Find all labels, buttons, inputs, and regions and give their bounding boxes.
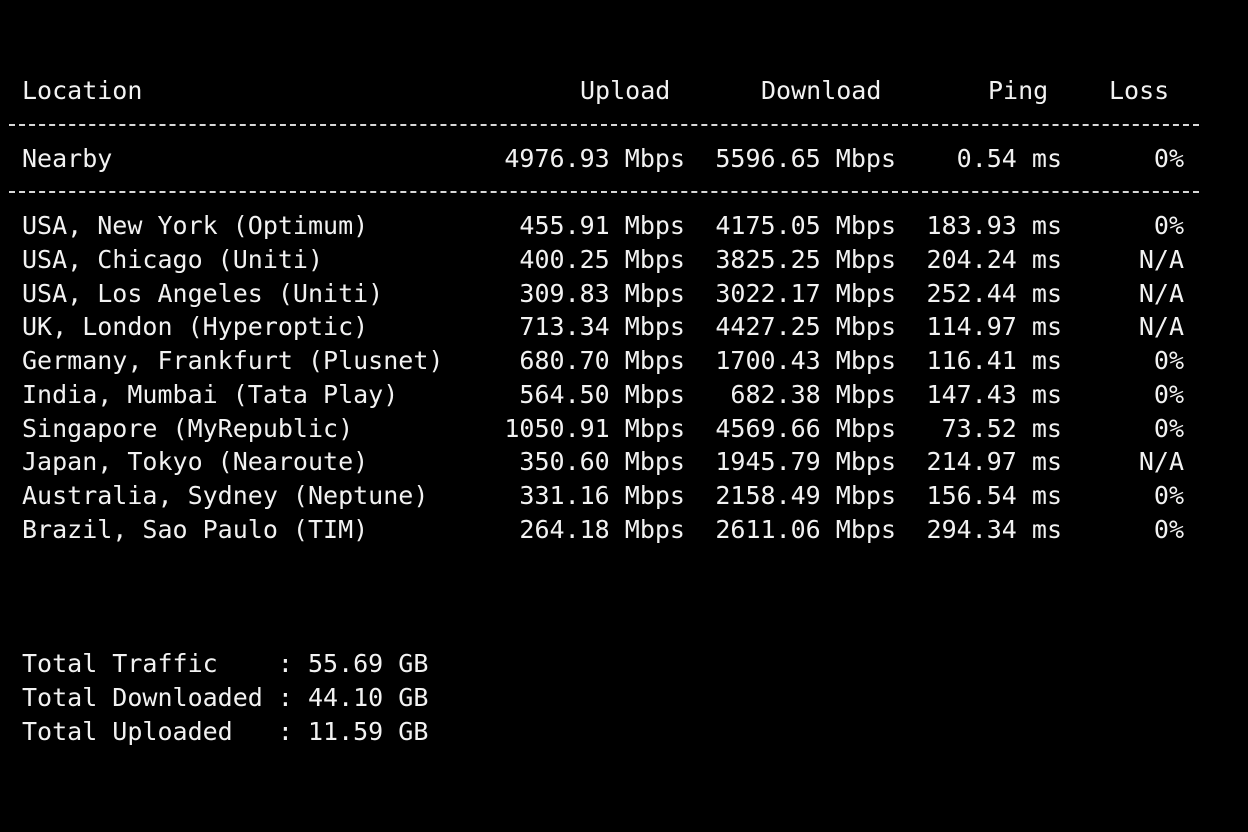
- table-row: Australia, Sydney (Neptune) 331.16 Mbps …: [0, 479, 1248, 513]
- row-location: Singapore (MyRepublic): [22, 414, 354, 443]
- row-loss: N/A: [1138, 245, 1184, 274]
- row-upload: 264.18 Mbps: [519, 515, 685, 544]
- row-loss: 0%: [1153, 380, 1184, 409]
- table-row: Brazil, Sao Paulo (TIM) 264.18 Mbps 2611…: [0, 513, 1248, 547]
- nearby-divider: [9, 191, 1199, 193]
- row-location: UK, London (Hyperoptic): [22, 312, 369, 341]
- row-upload: 350.60 Mbps: [519, 447, 685, 476]
- header-download: Download: [761, 76, 882, 105]
- row-ping: 156.54 ms: [926, 481, 1062, 510]
- row-ping: 252.44 ms: [926, 279, 1062, 308]
- row-download: 3022.17 Mbps: [715, 279, 896, 308]
- table-row: Japan, Tokyo (Nearoute) 350.60 Mbps 1945…: [0, 445, 1248, 479]
- row-loss: 0%: [1153, 515, 1184, 544]
- row-download: 2611.06 Mbps: [715, 515, 896, 544]
- row-upload: 331.16 Mbps: [519, 481, 685, 510]
- row-download: 682.38 Mbps: [730, 380, 896, 409]
- row-loss: N/A: [1138, 279, 1184, 308]
- row-ping: 294.34 ms: [926, 515, 1062, 544]
- row-download: 4569.66 Mbps: [715, 414, 896, 443]
- table-row: Germany, Frankfurt (Plusnet) 680.70 Mbps…: [0, 344, 1248, 378]
- table-row: USA, Los Angeles (Uniti) 309.83 Mbps 302…: [0, 277, 1248, 311]
- table-row: UK, London (Hyperoptic) 713.34 Mbps 4427…: [0, 310, 1248, 344]
- terminal-window: Location Upload Download Ping Loss Nearb…: [0, 0, 1248, 832]
- row-download: 3825.25 Mbps: [715, 245, 896, 274]
- row-location: Germany, Frankfurt (Plusnet): [22, 346, 444, 375]
- row-upload: 564.50 Mbps: [519, 380, 685, 409]
- row-upload: 309.83 Mbps: [519, 279, 685, 308]
- nearby-row: Nearby 4976.93 Mbps 5596.65 Mbps 0.54 ms…: [0, 142, 1248, 176]
- row-location: USA, New York (Optimum): [22, 211, 369, 240]
- row-download: 1945.79 Mbps: [715, 447, 896, 476]
- nearby-download: 5596.65 Mbps: [715, 144, 896, 173]
- row-loss: 0%: [1153, 414, 1184, 443]
- table-header: Location Upload Download Ping Loss: [0, 74, 1248, 108]
- row-upload: 680.70 Mbps: [519, 346, 685, 375]
- header-upload: Upload: [580, 76, 671, 105]
- row-location: India, Mumbai (Tata Play): [22, 380, 399, 409]
- header-loss: Loss: [1109, 76, 1170, 105]
- row-ping: 214.97 ms: [926, 447, 1062, 476]
- row-loss: 0%: [1153, 346, 1184, 375]
- row-upload: 713.34 Mbps: [519, 312, 685, 341]
- row-location: USA, Chicago (Uniti): [22, 245, 324, 274]
- row-ping: 183.93 ms: [926, 211, 1062, 240]
- row-upload: 455.91 Mbps: [519, 211, 685, 240]
- row-loss: 0%: [1153, 211, 1184, 240]
- row-ping: 114.97 ms: [926, 312, 1062, 341]
- row-upload: 1050.91 Mbps: [504, 414, 685, 443]
- row-location: Japan, Tokyo (Nearoute): [22, 447, 369, 476]
- nearby-upload: 4976.93 Mbps: [504, 144, 685, 173]
- total-downloaded: Total Downloaded : 44.10 GB: [22, 683, 429, 712]
- row-location: Brazil, Sao Paulo (TIM): [22, 515, 369, 544]
- row-ping: 204.24 ms: [926, 245, 1062, 274]
- table-row: USA, Chicago (Uniti) 400.25 Mbps 3825.25…: [0, 243, 1248, 277]
- row-location: USA, Los Angeles (Uniti): [22, 279, 384, 308]
- header-ping: Ping: [988, 76, 1049, 105]
- row-download: 4427.25 Mbps: [715, 312, 896, 341]
- row-loss: N/A: [1138, 447, 1184, 476]
- row-download: 4175.05 Mbps: [715, 211, 896, 240]
- row-ping: 73.52 ms: [941, 414, 1062, 443]
- nearby-ping: 0.54 ms: [956, 144, 1062, 173]
- total-traffic: Total Traffic : 55.69 GB: [22, 649, 429, 678]
- row-location: Australia, Sydney (Neptune): [22, 481, 429, 510]
- header-location: Location: [22, 76, 143, 105]
- nearby-loss: 0%: [1153, 144, 1184, 173]
- table-row: Singapore (MyRepublic) 1050.91 Mbps 4569…: [0, 412, 1248, 446]
- row-download: 2158.49 Mbps: [715, 481, 896, 510]
- row-upload: 400.25 Mbps: [519, 245, 685, 274]
- table-row: USA, New York (Optimum) 455.91 Mbps 4175…: [0, 209, 1248, 243]
- row-download: 1700.43 Mbps: [715, 346, 896, 375]
- row-loss: 0%: [1153, 481, 1184, 510]
- row-loss: N/A: [1138, 312, 1184, 341]
- header-divider: [9, 124, 1199, 126]
- nearby-location: Nearby: [22, 144, 113, 173]
- row-ping: 116.41 ms: [926, 346, 1062, 375]
- row-ping: 147.43 ms: [926, 380, 1062, 409]
- table-row: India, Mumbai (Tata Play) 564.50 Mbps 68…: [0, 378, 1248, 412]
- total-uploaded: Total Uploaded : 11.59 GB: [22, 717, 429, 746]
